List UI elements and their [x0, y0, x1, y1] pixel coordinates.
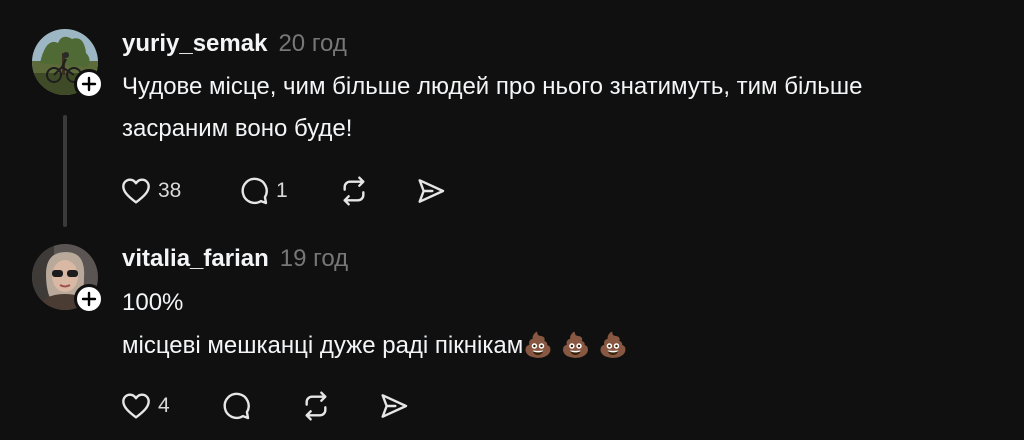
- comment-text: Чудове місце, чим більше людей про нього…: [122, 66, 1012, 150]
- action-bar: 4: [120, 389, 410, 423]
- comment-text-line: Чудове місце, чим більше людей про нього…: [122, 73, 863, 100]
- username[interactable]: yuriy_semak: [122, 30, 267, 58]
- avatar-container[interactable]: [32, 244, 104, 314]
- plus-icon: [81, 76, 97, 92]
- emoji: 💩 💩 💩: [523, 331, 629, 359]
- comment-text-line: засраним воно буде!: [122, 115, 353, 142]
- comment-header: vitalia_farian 19 год: [122, 245, 348, 273]
- comment-text: 100% місцеві мешканці дуже раді пікнікам…: [122, 282, 1012, 367]
- follow-button[interactable]: [74, 284, 104, 314]
- comment-text-line: 100%: [122, 289, 184, 316]
- like-button[interactable]: 38: [120, 175, 238, 207]
- repost-icon: [343, 176, 365, 206]
- comment-header: yuriy_semak 20 год: [122, 30, 347, 58]
- heart-icon: [122, 178, 150, 204]
- follow-button[interactable]: [74, 69, 104, 99]
- share-icon: [381, 394, 408, 418]
- repost-button[interactable]: [300, 390, 378, 422]
- plus-icon: [81, 291, 97, 307]
- repost-button[interactable]: [338, 175, 415, 207]
- repost-icon: [305, 391, 327, 421]
- comment-item: yuriy_semak 20 год Чудове місце, чим біл…: [0, 0, 1024, 232]
- comment-text-line: місцеві мешканці дуже раді пікнікам💩 💩 💩: [122, 324, 1012, 367]
- comment-icon: [223, 392, 250, 420]
- share-button[interactable]: [378, 390, 410, 422]
- like-button[interactable]: 4: [120, 390, 220, 422]
- share-button[interactable]: [415, 175, 447, 207]
- timestamp[interactable]: 20 год: [278, 30, 346, 58]
- like-count: 38: [158, 179, 182, 202]
- reply-button[interactable]: [220, 390, 300, 422]
- thread-connector-line: [63, 115, 67, 227]
- reply-button[interactable]: 1: [238, 175, 338, 207]
- heart-icon: [122, 393, 150, 419]
- comment-text-span: місцеві мешканці дуже раді пікнікам: [122, 332, 524, 359]
- comment-icon: [241, 177, 268, 205]
- share-icon: [418, 179, 445, 203]
- comment-item: vitalia_farian 19 год 100% місцеві мешка…: [0, 232, 1024, 440]
- avatar-container[interactable]: [32, 29, 104, 99]
- comment-thread: yuriy_semak 20 год Чудове місце, чим біл…: [0, 0, 1024, 440]
- reply-count: 1: [276, 179, 288, 202]
- action-bar: 38 1: [120, 174, 447, 208]
- username[interactable]: vitalia_farian: [122, 245, 269, 273]
- timestamp[interactable]: 19 год: [280, 245, 348, 273]
- like-count: 4: [158, 394, 170, 417]
